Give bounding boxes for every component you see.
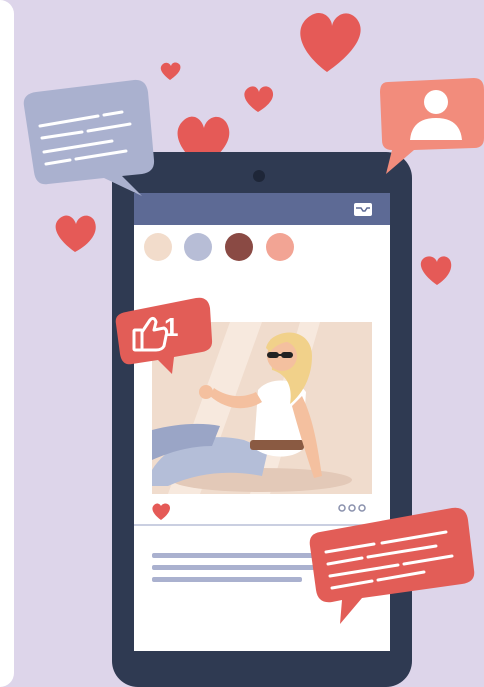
illustration-svg bbox=[23, 13, 484, 687]
story-avatar[interactable] bbox=[144, 233, 172, 261]
story-avatar[interactable] bbox=[266, 233, 294, 261]
heart-icon bbox=[300, 13, 361, 72]
story-avatar[interactable] bbox=[225, 233, 253, 261]
like-count: 1 bbox=[164, 312, 179, 342]
app-header-bar bbox=[134, 193, 390, 225]
heart-icon bbox=[160, 62, 181, 80]
story-avatar[interactable] bbox=[184, 233, 212, 261]
social-media-illustration: 1 bbox=[0, 0, 484, 687]
heart-icon bbox=[244, 86, 274, 112]
inbox-icon[interactable] bbox=[354, 203, 372, 216]
heart-icon bbox=[420, 256, 452, 285]
heart-icon bbox=[55, 215, 96, 252]
speech-bubble-profile bbox=[380, 78, 484, 174]
phone-camera bbox=[253, 170, 265, 182]
